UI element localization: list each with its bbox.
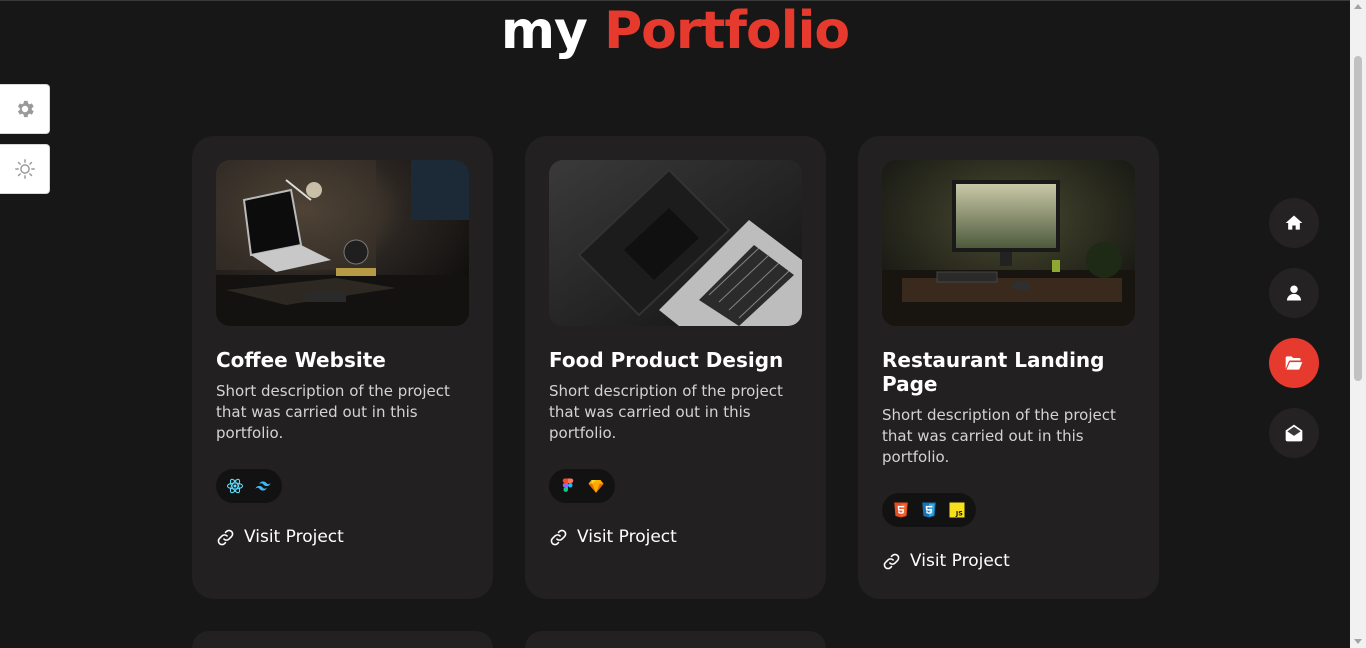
scrollbar[interactable] xyxy=(1350,0,1366,648)
project-card-food: Food Product Design Short description of… xyxy=(525,136,826,599)
settings-button[interactable] xyxy=(0,84,50,134)
envelope-open-icon xyxy=(1285,424,1303,442)
visit-project-label: Visit Project xyxy=(244,527,344,547)
project-card-restaurant: Restaurant Landing Page Short descriptio… xyxy=(858,136,1159,599)
nav-contact-button[interactable] xyxy=(1269,408,1319,458)
visit-project-link[interactable]: Visit Project xyxy=(216,526,344,548)
project-title: Restaurant Landing Page xyxy=(882,348,1105,396)
link-icon xyxy=(883,553,900,569)
gear-icon xyxy=(17,100,34,118)
nav-about-button[interactable] xyxy=(1269,268,1319,318)
home-icon xyxy=(1285,215,1303,230)
theme-toggle-button[interactable] xyxy=(0,144,50,194)
visit-project-label: Visit Project xyxy=(910,551,1010,571)
visit-project-link[interactable]: Visit Project xyxy=(882,550,1010,572)
project-card-partial xyxy=(192,631,493,648)
project-card-partial xyxy=(525,631,826,648)
scroll-down-arrow[interactable] xyxy=(1354,639,1362,644)
project-description: Short description of the project that wa… xyxy=(216,382,450,442)
tech-stack xyxy=(549,469,615,503)
link-icon xyxy=(217,529,234,545)
project-description: Short description of the project that wa… xyxy=(549,382,783,442)
page-title-part2: Portfolio xyxy=(604,1,850,61)
css3-icon xyxy=(922,502,936,518)
folder-open-icon xyxy=(1285,356,1303,370)
figma-icon xyxy=(562,478,574,492)
project-image xyxy=(216,160,469,326)
scroll-thumb[interactable] xyxy=(1354,56,1362,381)
project-image xyxy=(882,160,1135,326)
page-title: my Portfolio xyxy=(0,0,1350,66)
sketch-icon xyxy=(588,480,604,493)
tech-stack: JS xyxy=(882,493,976,527)
nav-portfolio-button[interactable] xyxy=(1269,338,1319,388)
react-icon xyxy=(226,478,244,494)
sun-icon xyxy=(14,159,35,179)
visit-project-link[interactable]: Visit Project xyxy=(549,526,677,548)
svg-text:JS: JS xyxy=(955,510,963,518)
nav-home-button[interactable] xyxy=(1269,198,1319,248)
project-image xyxy=(549,160,802,326)
page-title-part1: my xyxy=(500,1,588,61)
user-icon xyxy=(1286,285,1302,301)
project-card-coffee: Coffee Website Short description of the … xyxy=(192,136,493,599)
tailwind-icon xyxy=(255,481,271,491)
tech-stack xyxy=(216,469,282,503)
html5-icon xyxy=(894,502,908,518)
scroll-up-arrow[interactable] xyxy=(1354,4,1362,9)
visit-project-label: Visit Project xyxy=(577,527,677,547)
project-title: Coffee Website xyxy=(216,348,386,372)
javascript-icon: JS xyxy=(949,502,965,518)
project-description: Short description of the project that wa… xyxy=(882,406,1116,466)
link-icon xyxy=(550,529,567,545)
project-title: Food Product Design xyxy=(549,348,784,372)
